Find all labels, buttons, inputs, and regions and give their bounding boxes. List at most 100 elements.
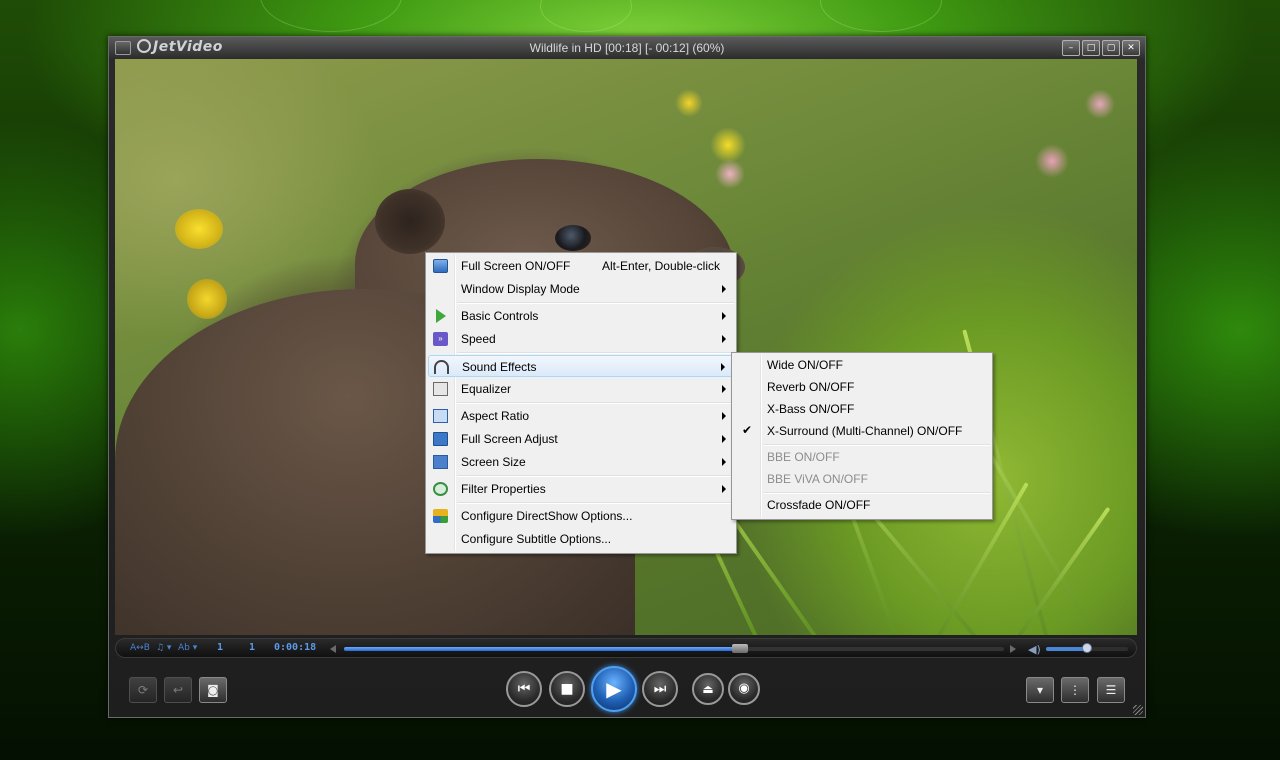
next-button[interactable]: ⏭ [642,671,678,707]
sound-effects-submenu: Wide ON/OFF Reverb ON/OFF X-Bass ON/OFF … [731,352,993,520]
speaker-icon[interactable]: ◀) [1028,643,1041,656]
menu-item-speed[interactable]: » Speed [428,328,734,350]
menu-item-label: Filter Properties [461,482,546,496]
directshow-icon [433,509,448,523]
subtitle-button[interactable]: Ab ▾ [178,643,197,653]
menu-item-basic-controls[interactable]: Basic Controls [428,305,734,327]
menu-item-screen-size[interactable]: Screen Size [428,451,734,473]
submenu-item-reverb[interactable]: Reverb ON/OFF [734,376,990,398]
seek-progress [344,647,740,651]
submenu-arrow-icon [722,285,726,293]
volume-slider[interactable] [1046,643,1128,653]
repeat-button[interactable]: ⟳ [129,677,157,703]
maximize-button[interactable]: ▢ [1102,40,1120,56]
menu-item-shortcut: Alt-Enter, Double-click [601,259,720,273]
submenu-item-x-surround[interactable]: ✔ X-Surround (Multi-Channel) ON/OFF [734,420,990,442]
menu-item-sound-effects[interactable]: Sound Effects [428,355,734,377]
menu-item-label: Screen Size [461,455,526,469]
dropdown-button[interactable]: ▾ [1026,677,1054,703]
menu-item-label: X-Surround (Multi-Channel) ON/OFF [767,424,963,438]
submenu-item-bbe-viva[interactable]: BBE ViVA ON/OFF [734,468,990,490]
menu-separator [457,475,734,477]
menu-item-filter-properties[interactable]: Filter Properties [428,478,734,500]
submenu-item-crossfade[interactable]: Crossfade ON/OFF [734,494,990,516]
snapshot-button[interactable]: ◙ [199,677,227,703]
previous-button[interactable]: ⏮ [506,671,542,707]
submenu-arrow-icon [722,435,726,443]
window-controls: – □ ▢ ✕ [1062,40,1140,56]
menu-separator [457,302,734,304]
filter-icon [433,482,448,496]
submenu-arrow-icon [722,335,726,343]
fast-forward-icon[interactable] [1010,645,1016,653]
menu-item-label: Crossfade ON/OFF [767,498,871,512]
menu-item-label: Full Screen ON/OFF [461,259,571,273]
submenu-item-x-bass[interactable]: X-Bass ON/OFF [734,398,990,420]
close-button[interactable]: ✕ [1122,40,1140,56]
video-flower [675,89,703,117]
chapter-number[interactable]: 1 [217,642,223,653]
video-flower [175,209,223,249]
menu-item-label: Speed [461,332,496,346]
background-swirl [260,0,402,32]
fullscreen-adjust-icon [433,432,448,446]
menu-item-window-display-mode[interactable]: Window Display Mode [428,278,734,300]
menu-item-label: Window Display Mode [461,282,580,296]
menu-item-fullscreen[interactable]: Full Screen ON/OFF Alt-Enter, Double-cli… [428,255,734,277]
seek-bar: A↔B ♫ ▾ Ab ▾ 1 1 0:00:18 ◀) [115,638,1137,658]
context-menu: Full Screen ON/OFF Alt-Enter, Double-cli… [425,252,737,554]
play-button[interactable]: ▶ [591,666,637,712]
speed-icon: » [433,332,448,346]
submenu-arrow-icon [722,385,726,393]
title-number[interactable]: 1 [249,642,255,653]
video-flower [710,127,746,163]
menu-item-label: Equalizer [461,382,512,396]
minimize-button[interactable]: – [1062,40,1080,56]
menu-item-label: Wide ON/OFF [767,358,844,372]
menu-item-directshow-options[interactable]: Configure DirectShow Options... [428,505,734,527]
play-green-icon [436,309,446,323]
video-flower [1035,144,1069,178]
submenu-arrow-icon [722,312,726,320]
submenu-arrow-icon [722,458,726,466]
video-flower [187,279,227,319]
submenu-item-wide[interactable]: Wide ON/OFF [734,354,990,376]
open-file-button[interactable]: ⏏ [692,673,724,705]
menu-item-label: Configure Subtitle Options... [461,532,612,546]
menu-item-label: Basic Controls [461,309,539,323]
marmot-eye [555,225,591,251]
menu-item-label: Sound Effects [462,360,537,374]
screen-size-icon [433,455,448,469]
menu-item-label: Aspect Ratio [461,409,530,423]
menu-separator [457,352,734,354]
back-button[interactable]: ↩ [164,677,192,703]
restore-button[interactable]: □ [1082,40,1100,56]
stop-button[interactable]: ■ [549,671,585,707]
volume-thumb[interactable] [1082,643,1092,653]
menu-item-label: Reverb ON/OFF [767,380,855,394]
fullscreen-icon [433,259,448,273]
video-flower [715,159,745,189]
control-panel: ⟳ ↩ ◙ ⏮ ■ ▶ ⏭ ⏏ ◉ ▾ ⋮ ☰ [115,659,1137,712]
playlist-button[interactable]: ☰ [1097,677,1125,703]
rewind-icon[interactable] [330,645,336,653]
title-bar[interactable]: JetVideo Wildlife in HD [00:18] [- 00:12… [109,37,1145,59]
menu-item-aspect-ratio[interactable]: Aspect Ratio [428,405,734,427]
seek-thumb[interactable] [732,644,748,653]
seek-track[interactable] [344,644,1004,653]
ab-repeat-button[interactable]: A↔B [130,643,150,653]
resize-grip[interactable] [1133,705,1143,715]
menu-item-fullscreen-adjust[interactable]: Full Screen Adjust [428,428,734,450]
info-button[interactable]: ⋮ [1061,677,1089,703]
video-flower [1085,89,1115,119]
submenu-item-bbe[interactable]: BBE ON/OFF [734,446,990,468]
marmot-ear [375,189,445,254]
audio-track-button[interactable]: ♫ ▾ [156,643,171,653]
menu-separator [457,402,734,404]
record-button[interactable]: ◉ [728,673,760,705]
menu-separator [457,502,734,504]
menu-item-equalizer[interactable]: Equalizer [428,378,734,400]
elapsed-time: 0:00:18 [274,642,317,653]
menu-item-subtitle-options[interactable]: Configure Subtitle Options... [428,528,734,550]
menu-item-label: BBE ON/OFF [767,450,840,464]
